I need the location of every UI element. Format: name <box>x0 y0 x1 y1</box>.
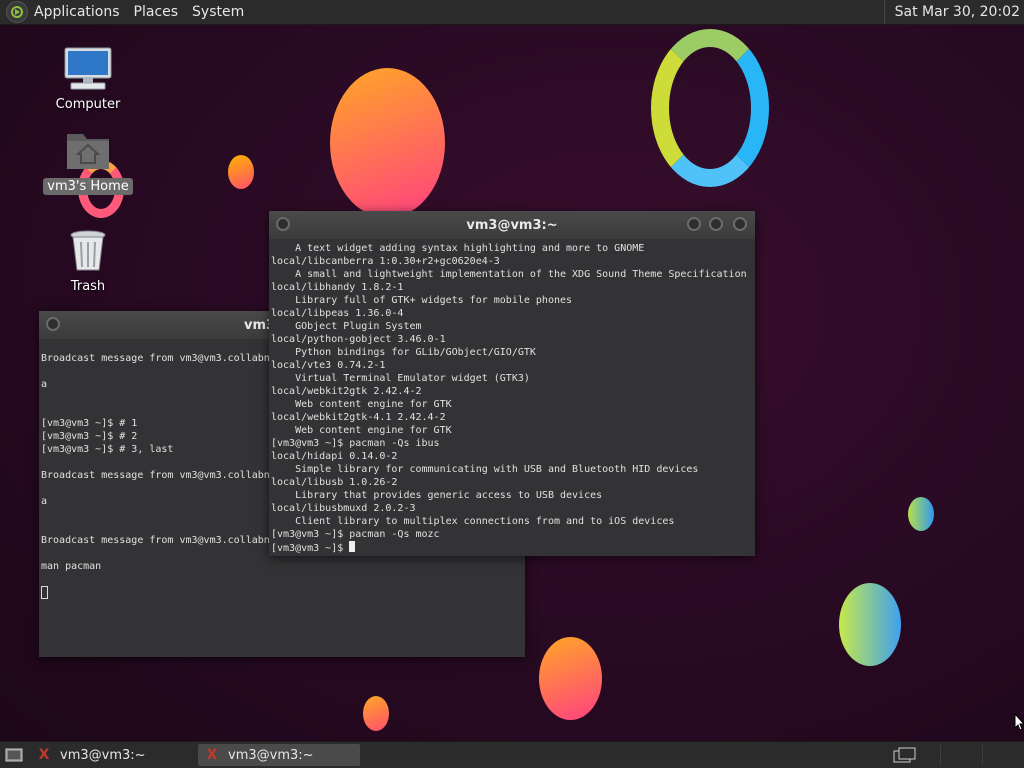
terminal-line: Simple library for communicating with US… <box>271 464 699 475</box>
terminal-line: Python bindings for GLib/GObject/GIO/GTK <box>271 347 536 358</box>
computer-icon <box>63 46 113 92</box>
top-panel: Applications Places System Sat Mar 30, 2… <box>0 0 1024 25</box>
applications-menu[interactable]: Applications <box>34 4 120 20</box>
terminal-window-front[interactable]: vm3@vm3:~ A text widget adding syntax hi… <box>269 211 755 556</box>
wallpaper-small-blue-blob <box>908 497 934 531</box>
wallpaper-small-blob <box>228 155 254 189</box>
terminal-prompt-line[interactable]: [vm3@vm3 ~]$ <box>271 541 755 555</box>
home-folder-icon <box>63 128 113 174</box>
system-menu[interactable]: System <box>192 4 244 20</box>
taskbar-item-label: vm3@vm3:~ <box>60 747 146 763</box>
terminal-line: local/webkit2gtk-4.1 2.42.4-2 <box>271 412 446 423</box>
wallpaper-blue-blob <box>839 583 901 666</box>
terminal-app-icon: X <box>206 747 218 763</box>
desktop-icon-computer[interactable]: Computer <box>38 46 138 113</box>
wallpaper-bottom-small-blob <box>363 696 389 731</box>
terminal-line: Virtual Terminal Emulator widget (GTK3) <box>271 373 530 384</box>
desktop-icon-home[interactable]: vm3's Home <box>38 128 138 195</box>
wallpaper-orange-blob <box>330 68 445 218</box>
window-menu-button[interactable] <box>46 317 60 331</box>
bottom-panel: X vm3@vm3:~ X vm3@vm3:~ <box>0 741 1024 768</box>
terminal-app-icon: X <box>38 747 50 763</box>
terminal-line: local/libusb 1.0.26-2 <box>271 477 398 488</box>
window-titlebar[interactable]: vm3@vm3:~ <box>269 211 755 239</box>
taskbar-item-terminal-2[interactable]: X vm3@vm3:~ <box>198 744 360 766</box>
terminal-cursor <box>41 586 48 599</box>
terminal-line: local/libpeas 1.36.0-4 <box>271 308 404 319</box>
terminal-line: Web content engine for GTK <box>271 399 452 410</box>
wallpaper-bottom-blob <box>539 637 602 720</box>
taskbar-item-label: vm3@vm3:~ <box>228 747 314 763</box>
maximize-button[interactable] <box>709 217 723 231</box>
terminal-line: local/vte3 0.74.2-1 <box>271 360 386 371</box>
workspace-2[interactable] <box>982 745 1023 765</box>
terminal-line: GObject Plugin System <box>271 321 422 332</box>
trash-icon <box>63 228 113 274</box>
window-menu-button[interactable] <box>276 217 290 231</box>
terminal-line: local/libusbmuxd 2.0.2-3 <box>271 503 416 514</box>
taskbar-item-terminal-1[interactable]: X vm3@vm3:~ <box>30 744 192 766</box>
desktop-icon-trash[interactable]: Trash <box>38 228 138 295</box>
places-menu[interactable]: Places <box>134 4 179 20</box>
terminal-line: A small and lightweight implementation o… <box>271 269 747 280</box>
desktop-icon-label: Computer <box>55 97 121 112</box>
minimize-button[interactable] <box>687 217 701 231</box>
panel-clock[interactable]: Sat Mar 30, 20:02 <box>883 0 1024 24</box>
distro-logo-icon[interactable] <box>6 1 28 23</box>
terminal-line: local/webkit2gtk 2.42.4-2 <box>271 386 422 397</box>
workspace-switcher-icon[interactable] <box>893 747 917 767</box>
wallpaper-ring <box>651 29 769 187</box>
terminal-line: local/libhandy 1.8.2-1 <box>271 282 404 293</box>
terminal-prompt: [vm3@vm3 ~]$ <box>271 543 350 554</box>
terminal-output[interactable]: A text widget adding syntax highlighting… <box>269 239 755 555</box>
terminal-line: local/hidapi 0.14.0-2 <box>271 451 398 462</box>
terminal-cursor-line <box>41 586 525 601</box>
terminal-cursor <box>349 541 356 552</box>
workspace-1[interactable] <box>940 745 981 765</box>
close-button[interactable] <box>733 217 747 231</box>
desktop-icon-label: vm3's Home <box>43 178 133 195</box>
terminal-line: local/libcanberra 1:0.30+r2+gc0620e4-3 <box>271 256 500 267</box>
terminal-line: Client library to multiplex connections … <box>271 516 675 527</box>
terminal-line: [vm3@vm3 ~]$ pacman -Qs mozc <box>271 529 440 540</box>
mouse-pointer-icon <box>1014 713 1024 731</box>
desktop-icon-label: Trash <box>70 279 106 294</box>
window-title: vm3@vm3:~ <box>466 217 558 233</box>
terminal-line: [vm3@vm3 ~]$ pacman -Qs ibus <box>271 438 440 449</box>
show-desktop-icon[interactable] <box>4 746 24 764</box>
terminal-line: Web content engine for GTK <box>271 425 452 436</box>
terminal-line: man pacman <box>41 561 102 572</box>
terminal-line: A text widget adding syntax highlighting… <box>271 243 645 254</box>
terminal-line: local/python-gobject 3.46.0-1 <box>271 334 446 345</box>
terminal-line: Library full of GTK+ widgets for mobile … <box>271 295 573 306</box>
terminal-line: Library that provides generic access to … <box>271 490 603 501</box>
